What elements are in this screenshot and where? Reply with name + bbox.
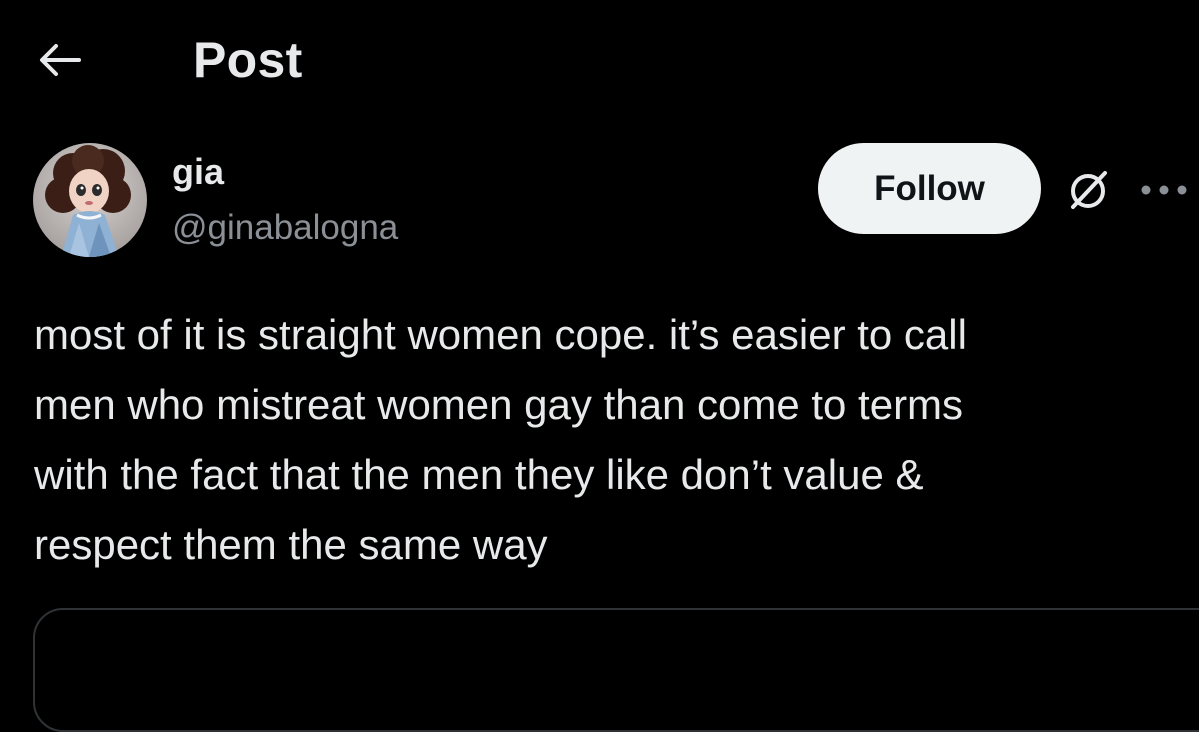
author-display-name[interactable]: gia [172,150,224,194]
quoted-post-card[interactable] [33,608,1199,732]
grok-slash-circle-icon [1071,171,1107,209]
more-horizontal-icon [1141,185,1187,195]
doll-avatar-image [33,143,147,257]
page-title: Post [193,32,303,88]
top-bar: Post [0,0,1199,120]
avatar[interactable] [33,143,147,257]
follow-button[interactable]: Follow [818,143,1041,234]
arrow-left-icon [40,44,81,76]
post-text: most of it is straight women cope. it’s … [34,311,967,568]
back-button[interactable] [30,32,90,88]
author-handle[interactable]: @ginabalogna [172,206,398,250]
grok-button[interactable] [1058,160,1118,220]
more-options-button[interactable] [1140,168,1199,212]
